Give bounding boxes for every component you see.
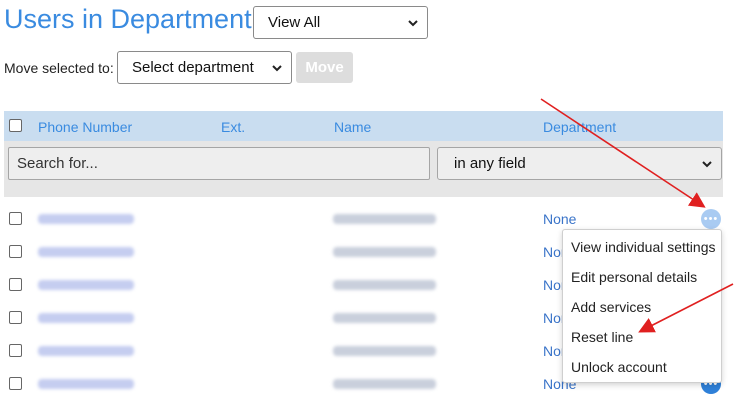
row-checkbox[interactable] [9,344,22,357]
row-checkbox[interactable] [9,245,22,258]
menu-item-add-services[interactable]: Add services [571,299,651,315]
move-label: Move selected to: [4,60,114,76]
redacted-phone [38,280,134,290]
view-select-value: View All [268,14,321,31]
column-header-name[interactable]: Name [334,119,371,135]
row-checkbox[interactable] [9,212,22,225]
move-button[interactable]: Move [296,52,353,83]
redacted-phone [38,247,134,257]
redacted-phone [38,313,134,323]
column-header-department[interactable]: Department [543,119,616,135]
row-checkbox[interactable] [9,311,22,324]
field-select[interactable]: in any field [437,147,722,180]
redacted-phone [38,346,134,356]
menu-item-unlock-account[interactable]: Unlock account [571,359,667,375]
redacted-name [333,280,436,290]
chevron-down-icon [408,19,418,26]
redacted-name [333,346,436,356]
view-select[interactable]: View All [253,6,428,39]
column-header-ext[interactable]: Ext. [221,119,245,135]
menu-item-view-individual-settings[interactable]: View individual settings [571,239,716,255]
redacted-name [333,379,436,389]
redacted-name [333,313,436,323]
redacted-phone [38,379,134,389]
select-all-checkbox[interactable] [9,119,22,132]
department-select[interactable]: Select department [117,51,292,84]
chevron-down-icon [272,64,282,71]
row-department: None [543,211,577,227]
column-header-phone[interactable]: Phone Number [38,119,132,135]
row-checkbox[interactable] [9,377,22,390]
page-title: Users in Department: [4,4,260,34]
context-menu: View individual settings Edit personal d… [562,229,722,383]
department-select-value: Select department [132,59,254,76]
chevron-down-icon [702,160,712,167]
menu-item-edit-personal-details[interactable]: Edit personal details [571,269,697,285]
search-input[interactable]: Search for... [8,147,430,180]
redacted-name [333,247,436,257]
row-checkbox[interactable] [9,278,22,291]
menu-item-reset-line[interactable]: Reset line [571,329,633,345]
redacted-name [333,214,436,224]
more-icon[interactable]: ••• [701,209,721,229]
redacted-phone [38,214,134,224]
field-select-value: in any field [454,155,526,172]
